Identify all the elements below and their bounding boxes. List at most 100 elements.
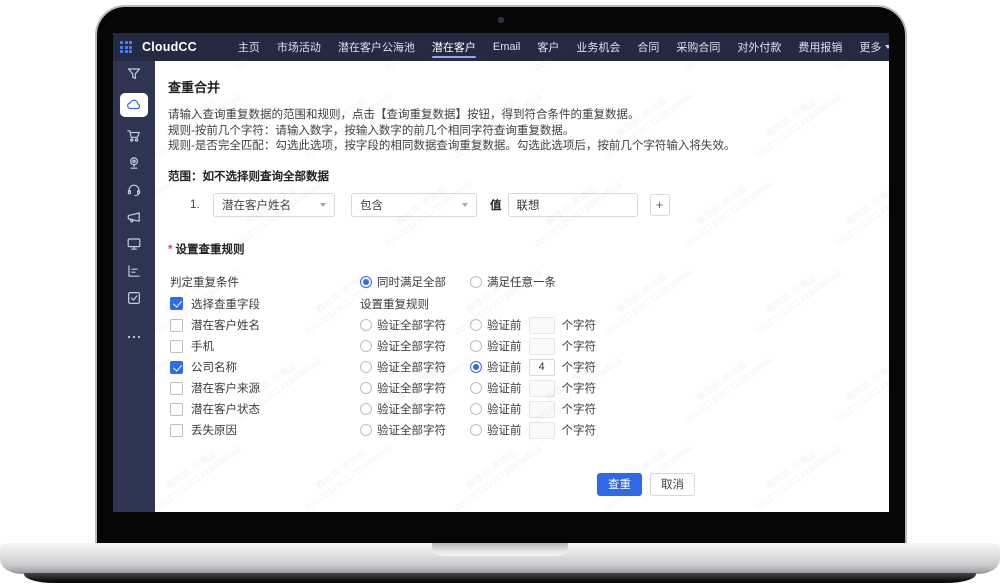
field-checkbox[interactable] xyxy=(170,361,183,374)
top-navbar: CloudCC 主页市场活动潜在客户公海池潜在客户 Email 客户业务机会合同采购… xyxy=(113,33,889,61)
field-column: 丢失原因 xyxy=(170,422,360,438)
suffix-label: 个字符 xyxy=(562,317,597,333)
condition-option-label: 同时满足全部 xyxy=(377,274,446,290)
sidebar-item[interactable] xyxy=(121,209,147,225)
radio-prefix-chars[interactable] xyxy=(470,403,482,415)
prefix-label: 验证前 xyxy=(487,338,522,354)
sidebar-item[interactable] xyxy=(121,290,147,306)
dedupe-button[interactable]: 查重 xyxy=(597,473,642,496)
brand-logo: CloudCC xyxy=(142,40,197,54)
radio-full-chars[interactable] xyxy=(360,403,372,415)
sidebar-item[interactable] xyxy=(120,93,148,117)
select-fields-checkbox[interactable] xyxy=(170,297,183,310)
laptop-lid: CloudCC 主页市场活动潜在客户公海池潜在客户 Email 客户业务机会合同采购… xyxy=(95,5,907,545)
intro-line: 规则-是否完全匹配：勾选此选项，按字段的相同数据查询重复数据。勾选此选项后，按前… xyxy=(168,139,889,155)
radio-full-chars[interactable] xyxy=(360,361,372,373)
nav-item-客户[interactable]: 客户 xyxy=(537,33,559,61)
nav-item-费用报销[interactable]: 费用报销 xyxy=(798,33,842,61)
nav-item-合同[interactable]: 合同 xyxy=(637,33,659,61)
prefix-label: 验证前 xyxy=(487,422,522,438)
radio-prefix-chars[interactable] xyxy=(470,361,482,373)
radio-full-chars[interactable] xyxy=(360,319,372,331)
radio-prefix-chars[interactable] xyxy=(470,382,482,394)
nav-item-更多[interactable]: 更多 xyxy=(859,33,889,61)
required-asterisk: * xyxy=(168,244,172,256)
field-checkbox[interactable] xyxy=(170,403,183,416)
actions-row: 查重 取消 xyxy=(597,473,889,496)
operator-select[interactable]: 包含 xyxy=(351,193,477,217)
suffix-label: 个字符 xyxy=(562,338,597,354)
add-condition-button[interactable]: + xyxy=(650,194,670,216)
nav-item-主页[interactable]: 主页 xyxy=(238,33,260,61)
field-column: 潜在客户来源 xyxy=(170,380,360,396)
nav-item-对外付款[interactable]: 对外付款 xyxy=(737,33,781,61)
check-square-icon xyxy=(126,290,142,306)
scope-label: 范围：如不选择则查询全部数据 xyxy=(168,168,889,184)
page-title: 查重合并 xyxy=(168,77,889,96)
sidebar-item[interactable] xyxy=(121,128,147,144)
char-count-input[interactable] xyxy=(529,401,555,418)
radio-prefix-chars[interactable] xyxy=(470,340,482,352)
nav-item-Email[interactable]: Email xyxy=(493,33,521,61)
char-count-input[interactable] xyxy=(529,317,555,334)
sidebar-item[interactable] xyxy=(121,155,147,171)
suffix-label: 个字符 xyxy=(562,359,597,375)
field-label: 丢失原因 xyxy=(191,422,237,438)
field-label: 潜在客户来源 xyxy=(191,380,260,396)
field-checkbox[interactable] xyxy=(170,340,183,353)
field-column: 潜在客户姓名 xyxy=(170,317,360,333)
field-checkbox[interactable] xyxy=(170,319,183,332)
char-count-input[interactable] xyxy=(529,338,555,355)
radio-full-chars[interactable] xyxy=(360,382,372,394)
condition-row: 判定重复条件 同时满足全部满足任意一条 xyxy=(170,274,889,290)
cart-icon xyxy=(126,128,142,144)
cancel-button[interactable]: 取消 xyxy=(650,473,695,496)
laptop-notch xyxy=(432,543,568,556)
nav-item-采购合同[interactable]: 采购合同 xyxy=(676,33,720,61)
operator-select-value: 包含 xyxy=(360,197,383,213)
sidebar-item[interactable] xyxy=(121,329,147,345)
radio-full-chars[interactable] xyxy=(360,424,372,436)
full-chars-option: 验证全部字符 xyxy=(360,422,470,438)
nav-item-市场活动[interactable]: 市场活动 xyxy=(277,33,321,61)
app-screen: CloudCC 主页市场活动潜在客户公海池潜在客户 Email 客户业务机会合同采购… xyxy=(113,33,889,512)
char-count-input[interactable] xyxy=(529,422,555,439)
set-rules-label: 设置重复规则 xyxy=(360,296,429,312)
prefix-label: 验证前 xyxy=(487,380,522,396)
field-checkbox[interactable] xyxy=(170,424,183,437)
nav-item-潜在客户[interactable]: 潜在客户 xyxy=(432,33,476,61)
condition-option: 满足任意一条 xyxy=(470,274,580,290)
radio-满足任意一条[interactable] xyxy=(470,276,482,288)
nav-item-潜在客户公海池[interactable]: 潜在客户公海池 xyxy=(338,33,415,61)
field-label: 潜在客户姓名 xyxy=(191,317,260,333)
full-chars-label: 验证全部字符 xyxy=(377,380,446,396)
field-select[interactable]: 潜在客户姓名 xyxy=(213,193,335,217)
full-chars-label: 验证全部字符 xyxy=(377,338,446,354)
value-input[interactable] xyxy=(508,193,638,217)
webcam-dot-icon xyxy=(499,18,503,22)
field-checkbox[interactable] xyxy=(170,382,183,395)
nav-menu: 主页市场活动潜在客户公海池潜在客户 Email 客户业务机会合同采购合同对外付款费用… xyxy=(238,33,889,61)
full-chars-label: 验证全部字符 xyxy=(377,359,446,375)
field-rule-row: 手机验证全部字符验证前个字符 xyxy=(170,339,889,354)
intro-line: 规则-按前几个字符：请输入数字，按输入数字的前几个相同字符查询重复数据。 xyxy=(168,124,889,140)
char-count-input[interactable] xyxy=(529,380,555,397)
sidebar-item[interactable] xyxy=(121,182,147,198)
chevron-down-icon xyxy=(462,203,468,207)
headset-icon xyxy=(126,182,142,198)
sidebar-item[interactable] xyxy=(121,236,147,252)
nav-item-业务机会[interactable]: 业务机会 xyxy=(576,33,620,61)
radio-full-chars[interactable] xyxy=(360,340,372,352)
radio-同时满足全部[interactable] xyxy=(360,276,372,288)
sidebar-item[interactable] xyxy=(121,263,147,279)
char-count-input[interactable] xyxy=(529,359,555,376)
field-rule-row: 公司名称验证全部字符验证前个字符 xyxy=(170,360,889,375)
field-rules-list: 潜在客户姓名验证全部字符验证前个字符手机验证全部字符验证前个字符公司名称验证全部… xyxy=(155,318,889,438)
radio-prefix-chars[interactable] xyxy=(470,424,482,436)
laptop-base xyxy=(0,543,1000,574)
radio-prefix-chars[interactable] xyxy=(470,319,482,331)
app-launcher-button[interactable] xyxy=(120,41,132,53)
sidebar-item[interactable] xyxy=(121,66,147,82)
caret-down-icon xyxy=(885,45,889,49)
ellipsis-icon xyxy=(126,329,142,345)
